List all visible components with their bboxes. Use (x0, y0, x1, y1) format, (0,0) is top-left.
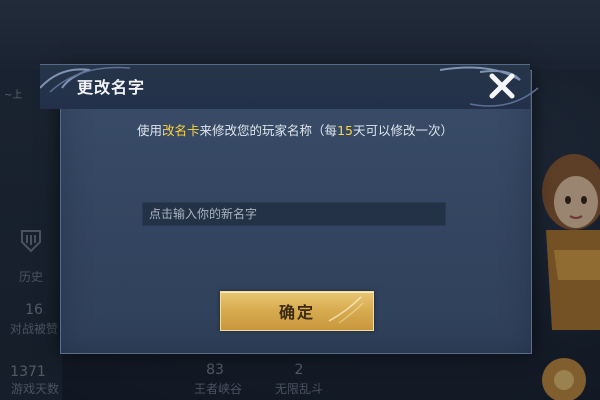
confirm-button[interactable]: 确定 (220, 291, 374, 331)
dialog-title: 更改名字 (77, 78, 146, 97)
button-shine-decoration (328, 296, 364, 324)
rename-instruction: 使用改名卡来修改您的玩家名称（每15天可以修改一次） (60, 120, 530, 139)
rename-card-highlight: 改名卡 (162, 123, 200, 138)
confirm-button-label: 确定 (278, 303, 315, 322)
instruction-text: 来修改您的玩家名称（每 (199, 123, 338, 138)
close-icon[interactable] (484, 68, 520, 104)
instruction-text: 使用 (137, 123, 163, 138)
cooldown-days-highlight: 15 (337, 123, 353, 138)
instruction-text: 天可以修改一次） (352, 123, 453, 138)
new-name-input[interactable] (142, 202, 446, 226)
